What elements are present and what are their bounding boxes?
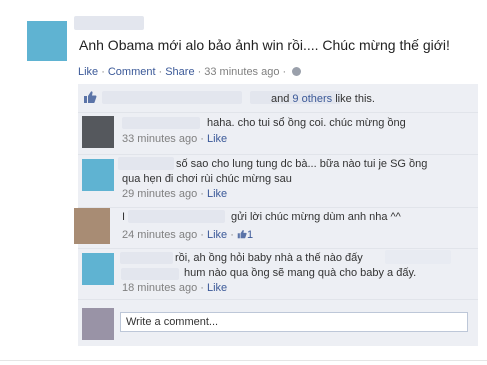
comment-item: rồi, ah ồng hỏi baby nhà a thế nào đấy h… (78, 249, 478, 300)
comment-item: số sao cho lung tung dc bà... bữa nào tu… (78, 155, 478, 208)
comment-like-link[interactable]: Like (207, 133, 227, 145)
globe-icon[interactable] (292, 67, 302, 76)
comment-composer: Write a comment... (78, 300, 478, 346)
comment-text: qua hẹn đi chơi rùi chúc mừng sau (122, 173, 292, 185)
commenter-avatar[interactable] (82, 159, 114, 191)
feedback-panel: and 9 others like this. haha. cho tui sổ… (74, 84, 478, 346)
comment-timestamp[interactable]: 18 minutes ago (122, 282, 197, 294)
post-actions: Like · Comment · Share · 33 minutes ago · (78, 66, 302, 78)
comment-link[interactable]: Comment (108, 66, 156, 78)
likes-text: and 9 others like this. (271, 93, 375, 105)
comment-item: haha. cho tui sổ ồng coi. chúc mừng ồng … (78, 112, 478, 155)
comment-text: rồi, ah ồng hỏi baby nhà a thế nào đấy (175, 252, 363, 264)
post-text: Anh Obama mới alo bảo ảnh win rồi.... Ch… (79, 37, 450, 53)
comment-input[interactable]: Write a comment... (120, 312, 468, 332)
comment-item: I gửi lời chúc mừng dùm anh nha ^^ 24 mi… (74, 208, 478, 249)
post-timestamp[interactable]: 33 minutes ago (204, 66, 279, 78)
comment-text: hum nào qua ồng sẽ mang quà cho baby a đ… (184, 267, 417, 279)
comment-text: gửi lời chúc mừng dùm anh nha ^^ (231, 211, 401, 223)
commenter-avatar[interactable] (82, 253, 114, 285)
comment-timestamp[interactable]: 33 minutes ago (122, 133, 197, 145)
comment-like-link[interactable]: Like (207, 188, 227, 200)
post-author-name-redacted[interactable] (74, 16, 144, 30)
divider (0, 360, 487, 361)
comment-text: haha. cho tui sổ ồng coi. chúc mừng ồng (207, 117, 406, 129)
commenter-avatar[interactable] (74, 208, 110, 244)
commenter-avatar[interactable] (82, 116, 114, 148)
commenter-name-redacted[interactable] (128, 210, 225, 223)
liker-names-redacted[interactable] (102, 91, 242, 104)
mentioned-name-redacted[interactable] (121, 268, 179, 280)
comment-timestamp[interactable]: 29 minutes ago (122, 188, 197, 200)
comment-like-link[interactable]: Like (207, 282, 227, 294)
share-link[interactable]: Share (165, 66, 194, 78)
commenter-name-redacted[interactable] (122, 117, 200, 129)
comment-text: I (122, 211, 126, 223)
comment-meta: 24 minutes ago · Like · 1 (122, 229, 254, 241)
comment-meta: 18 minutes ago · Like (122, 282, 228, 294)
thumbs-up-icon (84, 91, 97, 103)
others-link[interactable]: 9 others (292, 93, 332, 105)
comment-text: số sao cho lung tung dc bà... bữa nào tu… (176, 158, 428, 170)
post-avatar[interactable] (27, 21, 67, 61)
comment-like-link[interactable]: Like (207, 229, 227, 241)
like-link[interactable]: Like (78, 66, 98, 78)
commenter-name-redacted[interactable] (118, 157, 174, 170)
comment-like-count[interactable]: 1 (247, 229, 253, 241)
likes-summary: and 9 others like this. (78, 84, 478, 113)
mentioned-name-redacted[interactable] (385, 250, 451, 264)
comment-timestamp[interactable]: 24 minutes ago (122, 229, 197, 241)
current-user-avatar (82, 308, 114, 340)
comment-meta: 29 minutes ago · Like (122, 188, 228, 200)
thumbs-up-icon (237, 229, 247, 239)
comment-meta: 33 minutes ago · Like (122, 133, 228, 145)
commenter-name-redacted[interactable] (120, 252, 173, 264)
